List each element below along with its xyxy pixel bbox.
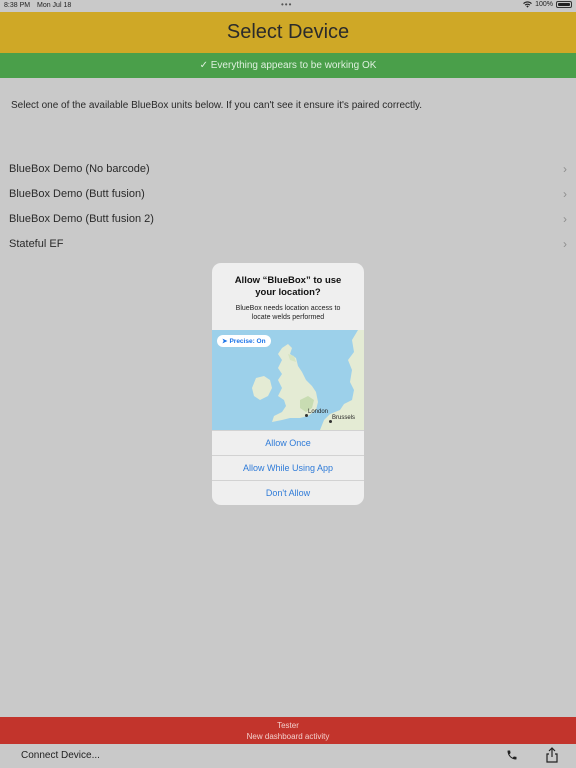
chevron-right-icon: › (563, 236, 567, 251)
status-date: Mon Jul 18 (37, 2, 72, 9)
precise-toggle[interactable]: ➤ Precise: On (217, 335, 271, 347)
notification-bar[interactable]: Tester New dashboard activity (0, 717, 576, 744)
connect-device-button[interactable]: Connect Device... (21, 750, 100, 761)
bottom-toolbar: Connect Device... (0, 744, 576, 768)
instructions-text: Select one of the available BlueBox unit… (11, 100, 423, 111)
device-row[interactable]: Stateful EF › (0, 231, 576, 256)
chevron-right-icon: › (563, 161, 567, 176)
wifi-icon (523, 1, 532, 8)
notification-subtitle: New dashboard activity (246, 731, 330, 741)
map-label-brussels: Brussels (332, 415, 356, 421)
map-label-london: London (308, 409, 329, 415)
device-list: BlueBox Demo (No barcode) › BlueBox Demo… (0, 156, 576, 256)
device-row[interactable]: BlueBox Demo (Butt fusion) › (0, 181, 576, 206)
dialog-message: BlueBox needs location access to locate … (235, 305, 341, 321)
battery-percent: 100% (535, 1, 553, 8)
battery-icon (556, 1, 572, 8)
location-arrow-icon: ➤ (222, 338, 228, 345)
share-icon[interactable] (545, 747, 559, 763)
device-label: BlueBox Demo (Butt fusion 2) (9, 212, 154, 225)
dialog-title: Allow “BlueBox” to use your location? (234, 275, 342, 298)
allow-while-using-button[interactable]: Allow While Using App (212, 455, 364, 479)
precise-label: Precise: On (229, 337, 266, 345)
allow-once-button[interactable]: Allow Once (212, 430, 364, 454)
phone-icon[interactable] (506, 749, 518, 761)
device-row[interactable]: BlueBox Demo (No barcode) › (0, 156, 576, 181)
device-label: Stateful EF (9, 237, 64, 250)
status-time: 8:38 PM (4, 2, 31, 9)
multitasking-dots-icon[interactable]: ••• (281, 0, 292, 9)
chevron-right-icon: › (563, 186, 567, 201)
notification-title: Tester (277, 720, 299, 730)
chevron-right-icon: › (563, 211, 567, 226)
device-label: BlueBox Demo (No barcode) (9, 162, 150, 175)
location-map: ➤ Precise: On London Brussels (212, 330, 364, 430)
status-banner: ✓ Everything appears to be working OK (0, 53, 576, 78)
page-title: Select Device (0, 12, 576, 53)
device-label: BlueBox Demo (Butt fusion) (9, 187, 145, 200)
status-bar: 8:38 PM Mon Jul 18 ••• 100% (0, 0, 576, 12)
status-indicators: 100% (523, 1, 572, 8)
dont-allow-button[interactable]: Don't Allow (212, 480, 364, 504)
location-permission-dialog: Allow “BlueBox” to use your location? Bl… (212, 263, 364, 505)
device-row[interactable]: BlueBox Demo (Butt fusion 2) › (0, 206, 576, 231)
